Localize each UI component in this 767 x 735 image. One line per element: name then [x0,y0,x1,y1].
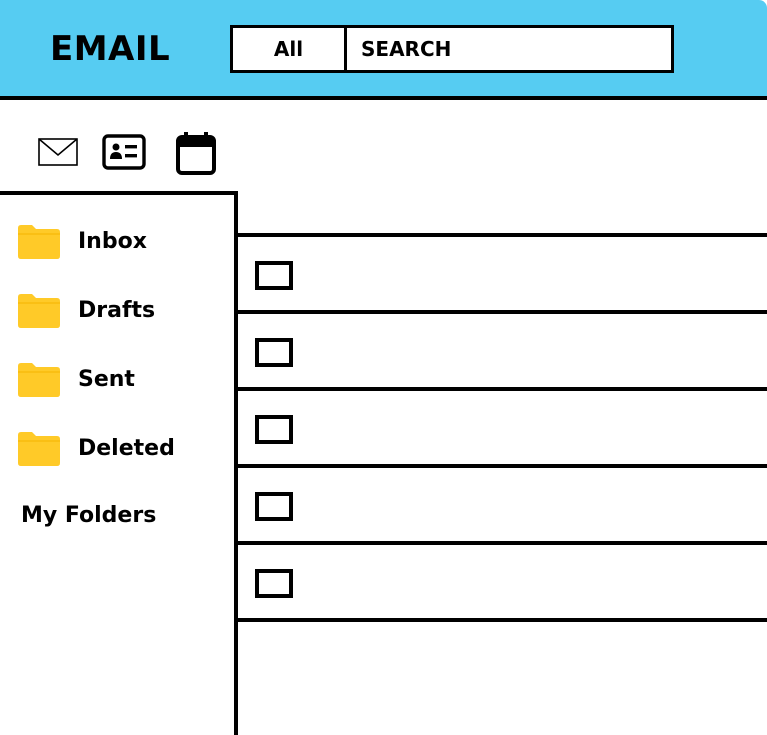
sidebar-item-label: Inbox [78,229,147,254]
folder-icon [18,432,60,466]
sidebar-item-label: Drafts [78,298,156,323]
my-folders-heading[interactable]: My Folders [21,503,156,528]
message-row[interactable] [238,387,767,464]
sidebar-item-deleted[interactable]: Deleted [18,432,175,466]
folder-icon [18,363,60,397]
sidebar-item-label: Sent [78,367,135,392]
row-checkbox[interactable] [255,338,293,367]
sidebar-item-drafts[interactable]: Drafts [18,294,155,328]
sidebar-item-inbox[interactable]: Inbox [18,225,147,259]
folder-icon [18,225,60,259]
folder-sidebar: Inbox Drafts Sent Deleted My Folders [0,191,238,735]
calendar-icon[interactable] [176,131,216,179]
contact-card-icon[interactable] [102,134,146,174]
message-row[interactable] [238,541,767,622]
row-checkbox[interactable] [255,261,293,290]
search-scope-button[interactable]: All [233,28,347,70]
row-checkbox[interactable] [255,415,293,444]
search-bar: All [230,25,674,73]
search-input[interactable] [347,28,671,70]
message-list [238,233,767,622]
app-title: EMAIL [50,29,171,69]
app-header: EMAIL All [0,0,767,100]
mail-icon[interactable] [38,138,78,170]
message-row[interactable] [238,233,767,310]
row-checkbox[interactable] [255,569,293,598]
message-row[interactable] [238,310,767,387]
row-checkbox[interactable] [255,492,293,521]
sidebar-item-sent[interactable]: Sent [18,363,135,397]
message-row[interactable] [238,464,767,541]
folder-icon [18,294,60,328]
sidebar-item-label: Deleted [78,436,175,461]
